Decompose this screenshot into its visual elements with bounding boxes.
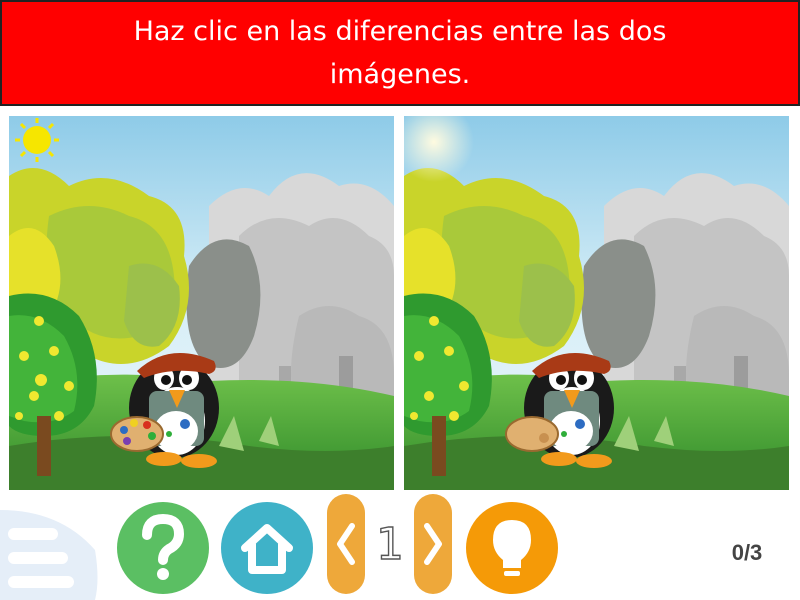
- menu-button[interactable]: [0, 500, 100, 600]
- home-button[interactable]: [221, 502, 313, 594]
- instruction-banner: Haz clic en las diferencias entre las do…: [0, 0, 800, 106]
- question-mark-icon: [142, 513, 185, 580]
- hamburger-menu-icon: [0, 510, 98, 600]
- control-bar: 1 0/3: [0, 490, 800, 600]
- hint-button[interactable]: [466, 502, 558, 594]
- left-picture[interactable]: [9, 116, 394, 490]
- help-button[interactable]: [117, 502, 209, 594]
- right-picture[interactable]: [404, 116, 789, 490]
- lightbulb-icon: [493, 520, 531, 576]
- page-number: 1: [375, 519, 404, 570]
- previous-button[interactable]: [327, 494, 365, 594]
- plain-palette-icon: [505, 416, 559, 452]
- instruction-text: Haz clic en las diferencias entre las do…: [133, 16, 667, 90]
- next-button[interactable]: [414, 494, 452, 594]
- chevron-left-icon: [337, 523, 355, 565]
- score-counter: 0/3: [731, 540, 763, 565]
- paint-palette-icon: [110, 416, 164, 452]
- home-icon: [241, 524, 293, 574]
- chevron-right-icon: [424, 523, 442, 565]
